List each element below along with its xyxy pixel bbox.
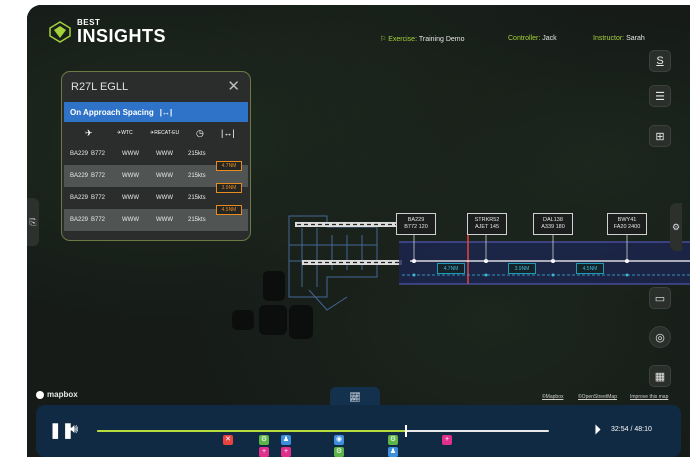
logo-icon <box>49 21 71 43</box>
gear-icon[interactable]: ⚙ <box>670 203 682 251</box>
left-panel-toggle-icon[interactable]: ⎘ <box>27 198 39 246</box>
close-icon[interactable]: ✕ <box>227 77 240 95</box>
event-marker-icon[interactable]: ♟ <box>281 435 291 445</box>
controller-value: Jack <box>542 35 557 42</box>
playback-bar: ❚❚ 🔊︎ ⏵︎ 32:54 / 48:10 ✕ ⚙ ♟ + + ◉ ⚙ ⚙ ♟… <box>36 405 681 457</box>
col-recat: ✈RECAT-EU <box>150 130 180 136</box>
event-marker-icon[interactable]: ♟ <box>388 447 398 457</box>
clipboard-plus-icon[interactable]: ⊞ <box>649 125 671 147</box>
lakes <box>232 271 313 339</box>
event-marker-icon[interactable]: ✕ <box>223 435 233 445</box>
event-marker-icon[interactable]: + <box>259 447 269 457</box>
instructor-value: Sarah <box>626 35 645 42</box>
event-marker-icon[interactable]: ⚙ <box>259 435 269 445</box>
mapbox-icon <box>36 390 44 399</box>
instructor-info: Instructor: Sarah <box>593 35 645 42</box>
runway-bottom <box>302 260 402 265</box>
speed-icon: ◷ <box>196 127 204 138</box>
spacing-badge: 4.7NM <box>216 161 242 171</box>
signature-icon[interactable]: S <box>649 50 671 72</box>
distance-label: 4.7NM <box>437 263 465 274</box>
chart-icon: 📈︎ <box>349 391 361 402</box>
approach-panel: R27L EGLL ✕ On Approach Spacing |↔| ✈ ✈W… <box>61 71 251 241</box>
notes-icon[interactable]: ☰ <box>649 85 671 107</box>
spacing-badge: 4.5NM <box>216 205 242 215</box>
event-marker-icon[interactable]: + <box>442 435 452 445</box>
attribution-improve[interactable]: Improve this map <box>630 394 668 400</box>
attribution-mapbox[interactable]: ©Mapbox <box>542 394 563 400</box>
time-icon: ⏵︎ <box>594 421 601 437</box>
app-window: BEST INSIGHTS ⚐ Exercise: Training Demo … <box>27 5 690 457</box>
attribution-osm[interactable]: ©OpenStreetMap <box>578 394 617 400</box>
event-marker-icon[interactable]: ⚙ <box>334 447 344 457</box>
aircraft-label[interactable]: BWY41 FA20 2400 <box>607 213 647 235</box>
timeline-handle[interactable] <box>404 425 407 437</box>
aircraft-icon: ✈ <box>85 127 93 138</box>
event-marker-icon[interactable]: ◉ <box>334 435 344 445</box>
chart-toggle-tab[interactable]: 📈︎ <box>330 387 380 407</box>
comment-icon[interactable]: ▭ <box>649 287 671 309</box>
instructor-key: Instructor: <box>593 35 625 42</box>
aircraft-label[interactable]: STRKR52 AJET 145 <box>467 213 507 235</box>
event-marker-icon[interactable]: + <box>281 447 291 457</box>
section-title: On Approach Spacing <box>70 107 154 117</box>
flag-icon: ⚐ <box>380 36 387 43</box>
distance-label: 4.5NM <box>576 263 604 274</box>
exercise-key: Exercise: <box>388 36 418 43</box>
compass-icon[interactable]: ◎ <box>649 326 671 348</box>
table-header: ✈ ✈WTC ✈RECAT-EU ◷ |↔| <box>64 123 248 143</box>
col-wtc: ✈WTC <box>117 130 133 136</box>
aircraft-label[interactable]: DAL138 A339 180 <box>533 213 573 235</box>
map-icon[interactable]: ▦ <box>649 365 671 387</box>
best-insights-logo: BEST INSIGHTS <box>49 19 166 45</box>
controller-info: Controller: Jack <box>508 35 557 42</box>
distance-label: 3.9NM <box>508 263 536 274</box>
panel-title: R27L EGLL <box>71 81 129 93</box>
section-header: On Approach Spacing |↔| <box>64 102 248 122</box>
event-marker-icon[interactable]: ⚙ <box>388 435 398 445</box>
timeline-progress <box>97 430 406 432</box>
logo-insights: INSIGHTS <box>77 26 167 46</box>
exercise-info: ⚐ Exercise: Training Demo <box>380 35 465 43</box>
controller-key: Controller: <box>508 35 541 42</box>
spacing-icon: |↔| <box>159 107 173 117</box>
volume-icon[interactable]: 🔊︎ <box>70 421 78 437</box>
spacing-badge: 3.9NM <box>216 183 242 193</box>
runway-top <box>295 222 399 227</box>
mapbox-logo: mapbox <box>36 390 78 399</box>
time-readout: 32:54 / 48:10 <box>611 426 652 433</box>
col-spacing: |↔| <box>221 128 235 138</box>
aircraft-label[interactable]: BA229 B772 120 <box>396 213 436 235</box>
exercise-value: Training Demo <box>418 36 465 43</box>
